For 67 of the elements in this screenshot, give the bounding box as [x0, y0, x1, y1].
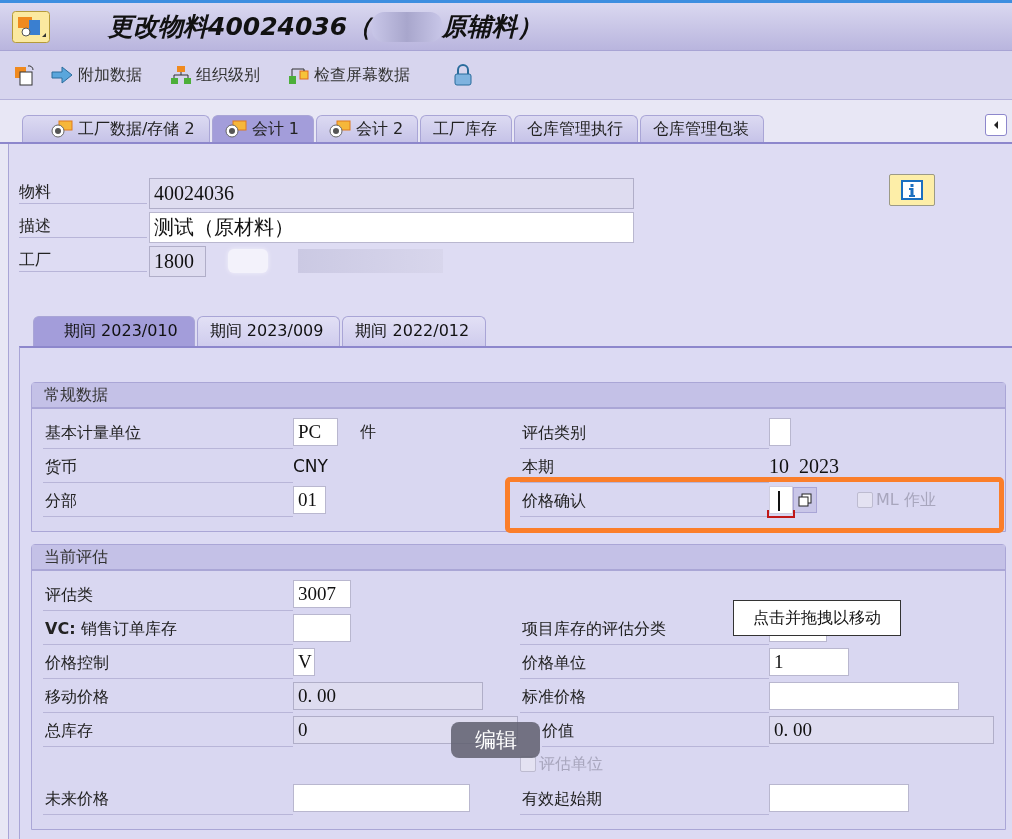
- field-label: 价格单位: [520, 648, 769, 679]
- scroll-left-button[interactable]: [985, 114, 1007, 136]
- field-label: 基本计量单位: [43, 418, 293, 449]
- tab[interactable]: 会计 2: [315, 115, 419, 142]
- edit-toast[interactable]: 编辑: [451, 722, 540, 758]
- tab[interactable]: 期间 2023/010: [33, 316, 195, 346]
- field-label: 有效起始期: [520, 784, 769, 815]
- field-label: 工厂: [19, 250, 147, 272]
- caret-icon: [992, 120, 1000, 130]
- window-title: 更改物料40024036（: [108, 11, 373, 43]
- input-field[interactable]: 0. 00: [769, 716, 994, 744]
- tab[interactable]: 仓库管理包装: [640, 115, 765, 142]
- field-label: 本期: [520, 452, 769, 483]
- input-field[interactable]: 1800: [149, 245, 206, 277]
- input-field[interactable]: 0. 00: [293, 682, 483, 710]
- input-field[interactable]: 1: [769, 648, 849, 676]
- field-label: 价格控制: [43, 648, 293, 679]
- copy-icon[interactable]: [793, 487, 817, 513]
- input-field[interactable]: [769, 418, 791, 446]
- field-label: 价格确认: [520, 486, 769, 517]
- input-field[interactable]: 40024036: [149, 177, 634, 209]
- lock-icon[interactable]: [452, 62, 474, 88]
- field-label: 标准价格: [520, 682, 769, 713]
- window-title: 原辅料）: [442, 11, 543, 43]
- toolbar-button[interactable]: 组织级别: [168, 62, 262, 88]
- toolbar-button[interactable]: 附加数据: [48, 62, 144, 88]
- info-icon[interactable]: [889, 174, 935, 206]
- input-field[interactable]: [293, 784, 470, 812]
- tab[interactable]: 工厂库存: [420, 115, 513, 142]
- field-label: 物料: [19, 182, 147, 204]
- tab[interactable]: 仓库管理执行: [514, 115, 639, 142]
- tab[interactable]: 期间 2023/009: [196, 316, 341, 346]
- field-label: 评估类别: [520, 418, 769, 449]
- field-value: 2023: [799, 454, 839, 478]
- field-label: 分部: [43, 486, 293, 517]
- field-label: 未来价格: [43, 784, 293, 815]
- field-label: 描述: [19, 216, 147, 238]
- app-icon[interactable]: [12, 10, 50, 43]
- tooltip: 点击并拖拽以移动: [733, 600, 901, 636]
- tab[interactable]: 期间 2022/012: [342, 316, 487, 346]
- tab[interactable]: 工厂数据/存储 2: [22, 115, 210, 142]
- arrow-icon: [50, 65, 74, 85]
- field-value: CNY: [293, 456, 328, 476]
- target-icon: [51, 120, 73, 138]
- input-field[interactable]: [293, 614, 351, 642]
- unit-text: 件: [360, 421, 376, 443]
- input-field[interactable]: [769, 784, 909, 812]
- target-icon: [328, 120, 351, 138]
- field-label: 总库存: [43, 716, 293, 747]
- input-field[interactable]: 测试（原材料）: [149, 211, 634, 243]
- tab[interactable]: 会计 1: [211, 115, 314, 142]
- group-title: 常规数据: [44, 384, 108, 406]
- field-label: 移动价格: [43, 682, 293, 713]
- field-label: VC: 销售订单库存: [43, 614, 293, 645]
- input-field[interactable]: [769, 682, 959, 710]
- hierarchy-icon: [170, 65, 192, 85]
- toolbar-button[interactable]: 检查屏幕数据: [286, 62, 412, 88]
- field-label: 货币: [43, 452, 293, 483]
- input-field[interactable]: PC: [293, 418, 338, 446]
- blocks-icon: [288, 65, 310, 85]
- target-icon: [224, 120, 247, 138]
- group-title: 当前评估: [44, 546, 108, 568]
- field-value: 10: [769, 454, 789, 478]
- field-label: 评估类: [43, 580, 293, 611]
- input-field[interactable]: 01: [293, 486, 326, 514]
- input-field[interactable]: 3007: [293, 580, 351, 608]
- input-field[interactable]: V: [293, 648, 315, 676]
